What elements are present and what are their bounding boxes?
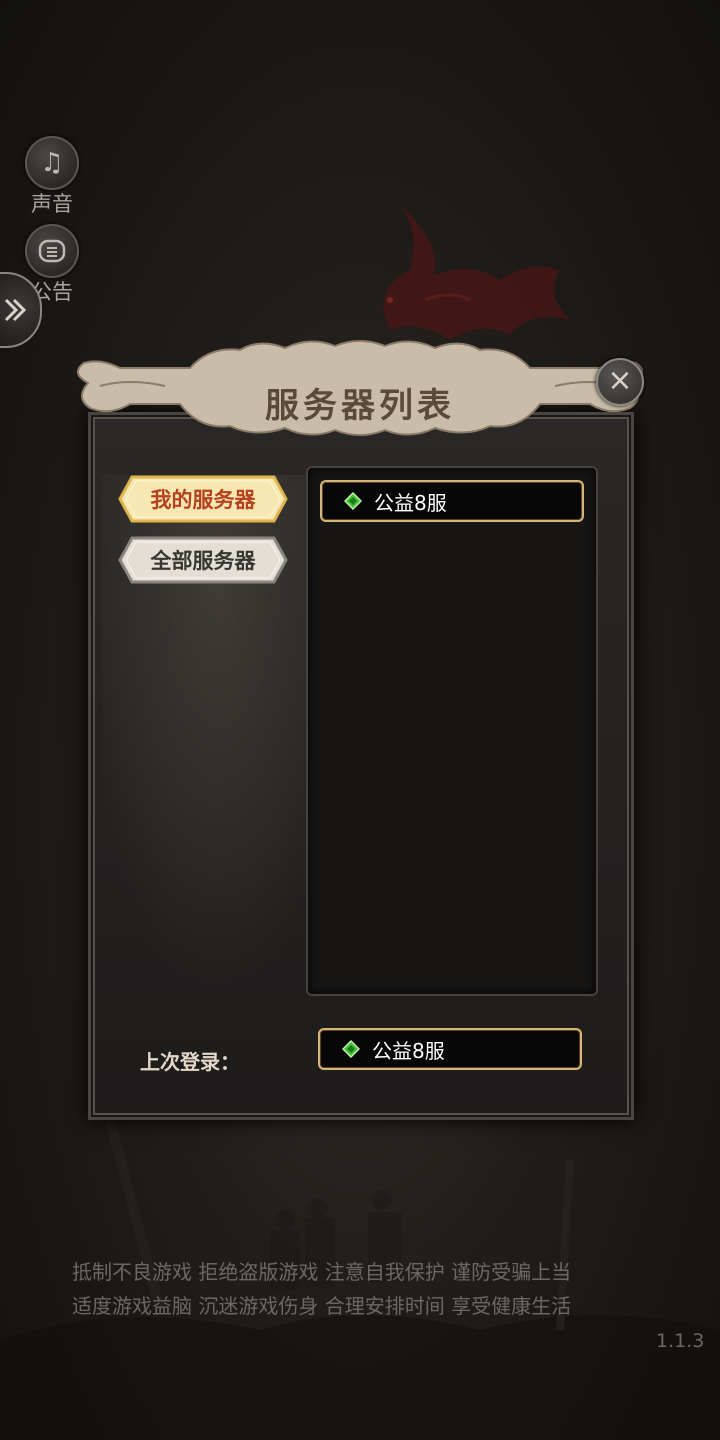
close-button[interactable]: × (596, 358, 644, 406)
tab-my-servers[interactable]: 我的服务器 (118, 475, 288, 523)
health-notice-line-2: 适度游戏益脑 沉迷游戏伤身 合理安排时间 享受健康生活 (72, 1294, 572, 1318)
sound-button[interactable]: ♫ 声音 (22, 136, 82, 218)
tab-all-servers-label: 全部服务器 (150, 549, 256, 573)
music-note-icon: ♫ (25, 136, 79, 190)
tab-my-servers-label: 我的服务器 (150, 488, 256, 512)
server-name: 公益8服 (374, 490, 447, 515)
server-item[interactable]: 公益8服 (320, 480, 584, 522)
last-login-label: 上次登录： (140, 1050, 240, 1074)
sound-label: 声音 (31, 192, 73, 216)
tab-all-servers[interactable]: 全部服务器 (118, 536, 288, 584)
last-login-server[interactable]: 公益8服 (318, 1028, 582, 1070)
last-login-server-name: 公益8服 (372, 1038, 445, 1063)
notice-list-icon (25, 224, 79, 278)
green-gem-icon (344, 492, 362, 510)
health-notice-line-1: 抵制不良游戏 拒绝盗版游戏 注意自我保护 谨防受骗上当 (72, 1260, 572, 1284)
green-gem-icon (342, 1040, 360, 1058)
double-chevron-icon (4, 298, 27, 322)
version-label: 1.1.3 (656, 1330, 705, 1352)
server-list-panel[interactable]: 公益8服 (306, 466, 598, 996)
close-icon: × (607, 363, 633, 398)
